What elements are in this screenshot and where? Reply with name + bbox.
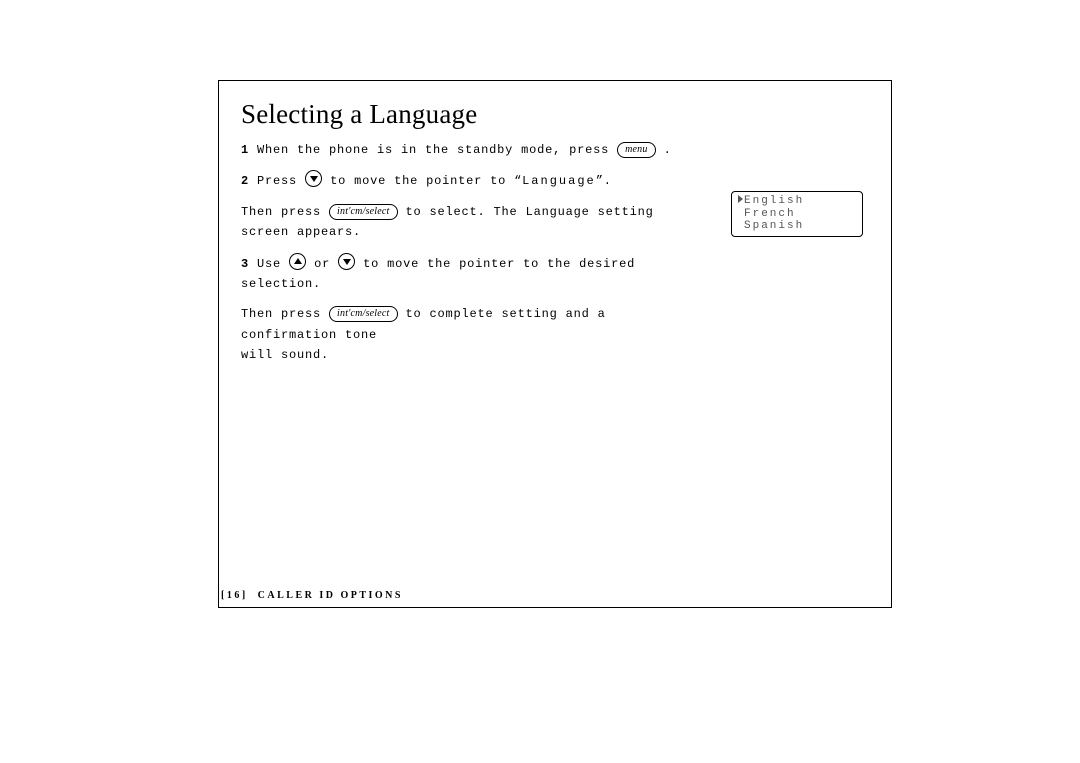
instructions-body: English French Spanish 1 When the phone … bbox=[241, 140, 871, 366]
step-text: Press bbox=[257, 174, 297, 188]
step-number: 3 bbox=[241, 257, 249, 271]
down-key-icon bbox=[305, 170, 322, 187]
select-key-icon: int'cm/select bbox=[329, 204, 398, 220]
lcd-word: Language bbox=[522, 174, 596, 188]
lcd-row: French bbox=[738, 208, 856, 221]
lcd-text: Spanish bbox=[744, 220, 804, 232]
page-number: [16] bbox=[221, 590, 248, 601]
step-text: . bbox=[664, 143, 672, 157]
step-2: 2 Press to move the pointer to “Language… bbox=[241, 170, 691, 191]
step-text: screen appears. bbox=[241, 225, 361, 239]
step-text: Then press bbox=[241, 307, 321, 321]
step-number: 1 bbox=[241, 143, 249, 157]
page-footer: [16] CALLER ID OPTIONS bbox=[221, 590, 403, 601]
page-title: Selecting a Language bbox=[241, 99, 871, 130]
lcd-text: English bbox=[744, 195, 804, 207]
step-text: Then press bbox=[241, 205, 321, 219]
lcd-row: Spanish bbox=[738, 220, 856, 233]
step-1: 1 When the phone is in the standby mode,… bbox=[241, 140, 691, 160]
lcd-screen: English French Spanish bbox=[731, 191, 863, 237]
step-text: When the phone is in the standby mode, p… bbox=[257, 143, 609, 157]
step-2b: Then press int'cm/select to select. The … bbox=[241, 202, 691, 243]
step-text: ”. bbox=[596, 174, 612, 188]
step-text: to move the pointer to “ bbox=[330, 174, 522, 188]
content-frame: Selecting a Language English French Span… bbox=[218, 80, 892, 608]
menu-key-icon: menu bbox=[617, 142, 655, 158]
step-text: will sound. bbox=[241, 348, 329, 362]
step-text: Use bbox=[257, 257, 281, 271]
step-3: 3 Use or to move the pointer to the desi… bbox=[241, 253, 691, 295]
lcd-text: French bbox=[744, 208, 796, 220]
lcd-row: English bbox=[738, 195, 856, 208]
step-3b: Then press int'cm/select to complete set… bbox=[241, 304, 691, 365]
up-key-icon bbox=[289, 253, 306, 270]
cursor-icon bbox=[738, 195, 743, 203]
step-text: to select. The Language setting bbox=[406, 205, 654, 219]
down-key-icon bbox=[338, 253, 355, 270]
select-key-icon: int'cm/select bbox=[329, 306, 398, 322]
step-text: or bbox=[314, 257, 330, 271]
section-title: CALLER ID OPTIONS bbox=[258, 590, 403, 601]
manual-page: Selecting a Language English French Span… bbox=[0, 0, 1080, 763]
step-number: 2 bbox=[241, 174, 249, 188]
